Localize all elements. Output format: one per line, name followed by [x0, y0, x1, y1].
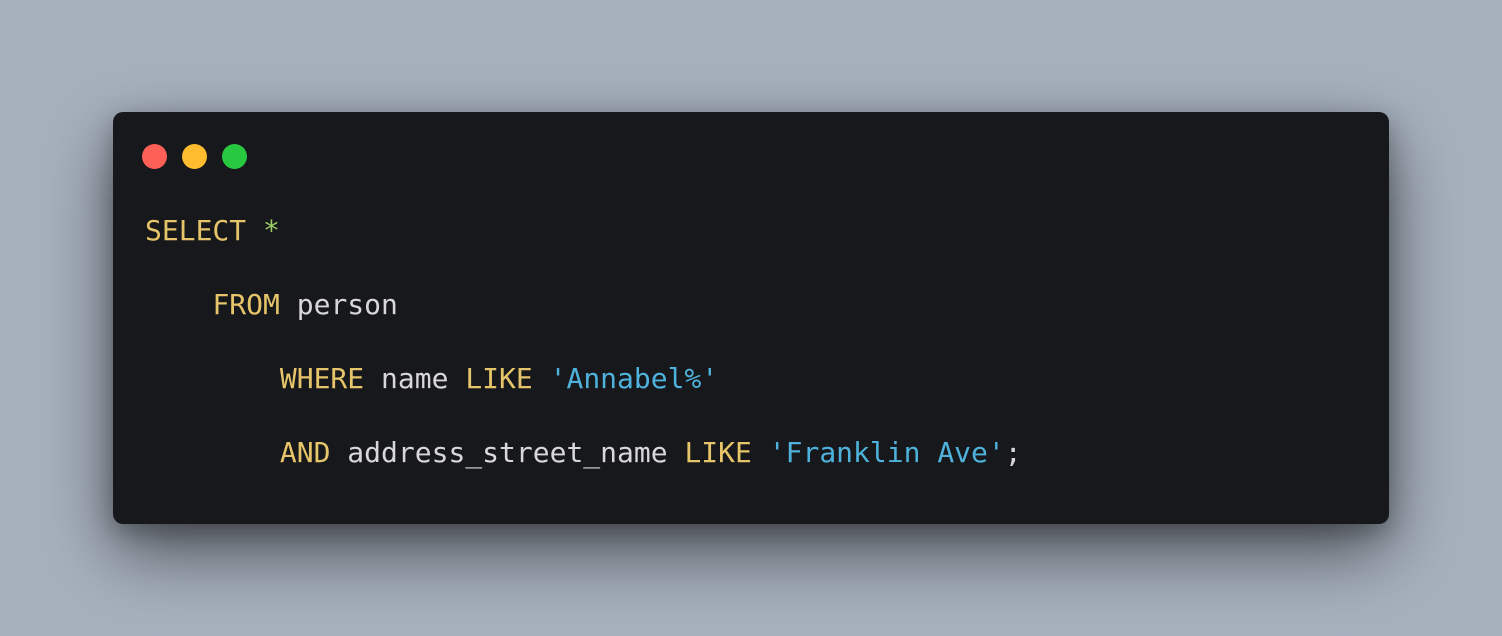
keyword-and: AND: [279, 436, 331, 469]
wildcard-star: *: [263, 214, 280, 247]
code-line-4: AND address_street_name LIKE 'Franklin A…: [145, 434, 1022, 508]
code-line-1: SELECT *: [145, 212, 1022, 286]
keyword-like-2: LIKE: [684, 436, 752, 469]
code-line-3: WHERE name LIKE 'Annabel%': [145, 360, 1022, 434]
column-name: name: [381, 362, 449, 395]
keyword-from: FROM: [212, 288, 280, 321]
window-controls: [142, 144, 247, 169]
keyword-like: LIKE: [465, 362, 533, 395]
string-literal-2: 'Franklin Ave': [768, 436, 1005, 469]
sql-code-block: SELECT * FROM person WHERE name LIKE 'An…: [145, 212, 1022, 508]
code-line-2: FROM person: [145, 286, 1022, 360]
maximize-dot-icon[interactable]: [222, 144, 247, 169]
keyword-where: WHERE: [279, 362, 365, 395]
column-address-street-name: address_street_name: [347, 436, 668, 469]
close-dot-icon[interactable]: [142, 144, 167, 169]
minimize-dot-icon[interactable]: [182, 144, 207, 169]
keyword-select: SELECT: [145, 214, 247, 247]
string-literal: 'Annabel%': [549, 362, 719, 395]
code-window: SELECT * FROM person WHERE name LIKE 'An…: [113, 112, 1389, 524]
table-name: person: [296, 288, 398, 321]
semicolon: ;: [1004, 436, 1022, 469]
